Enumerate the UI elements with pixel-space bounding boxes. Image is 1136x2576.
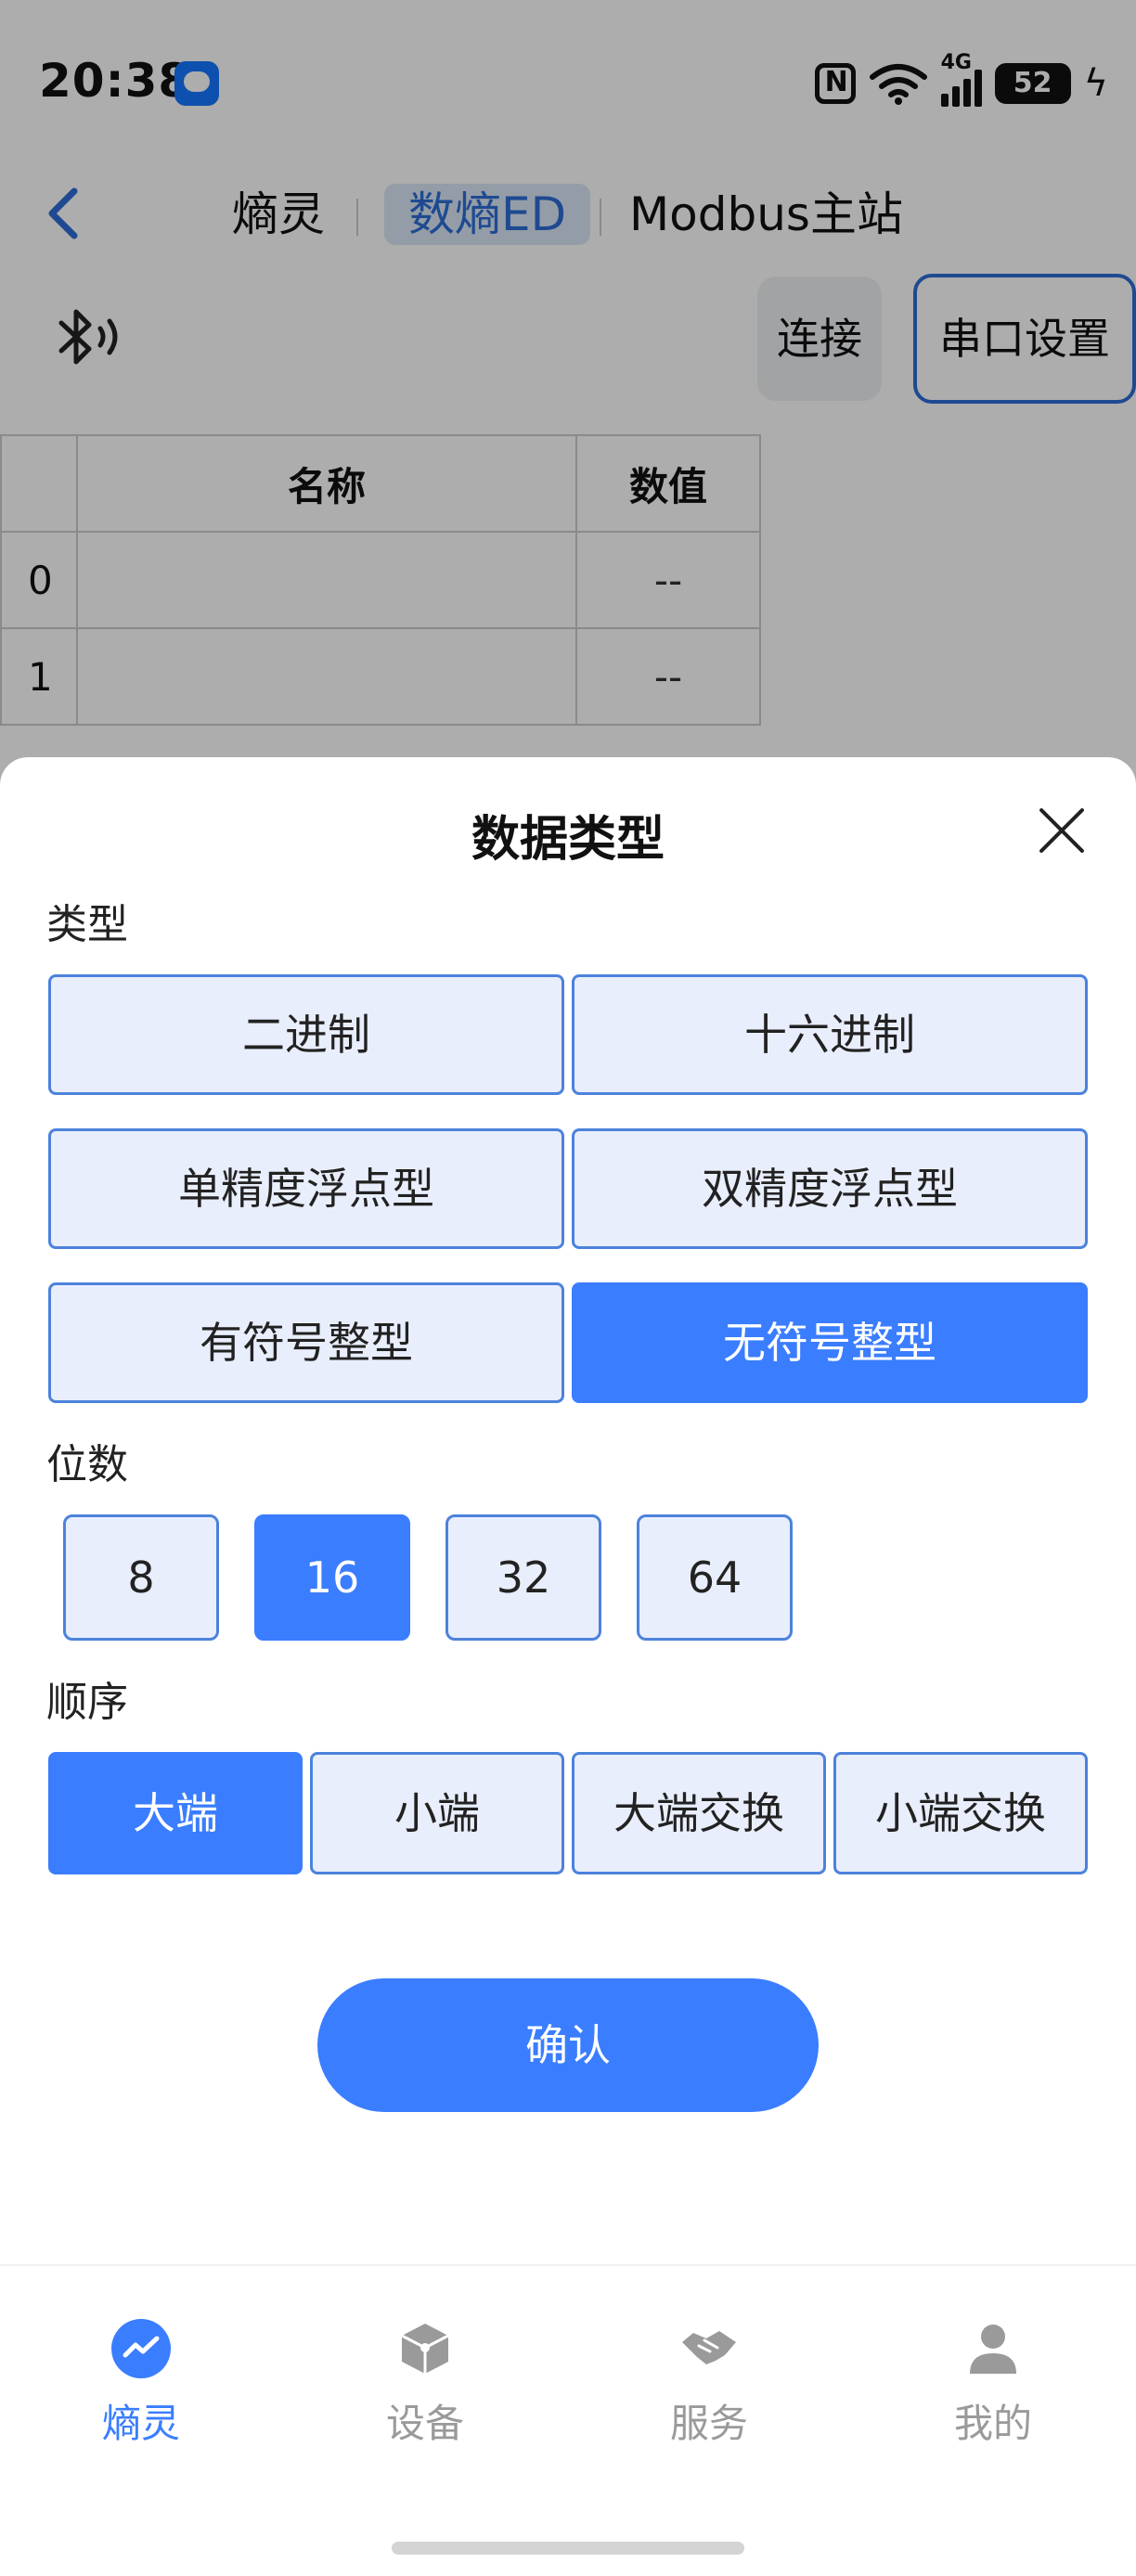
type-option-double[interactable]: 双精度浮点型 xyxy=(572,1128,1088,1249)
tab-label: 服务 xyxy=(669,2401,748,2446)
confirm-button[interactable]: 确认 xyxy=(317,1978,819,2112)
home-indicator[interactable] xyxy=(392,2542,744,2555)
tab-label: 设备 xyxy=(385,2401,464,2446)
order-option-little-endian[interactable]: 小端 xyxy=(310,1752,564,1874)
order-option-little-endian-swap[interactable]: 小端交换 xyxy=(833,1752,1088,1874)
tab-label: 熵灵 xyxy=(101,2401,180,2446)
close-icon[interactable] xyxy=(1038,805,1086,854)
tab-devices[interactable]: 设备 xyxy=(332,2318,518,2449)
person-icon xyxy=(970,2325,1016,2374)
cube-icon xyxy=(401,2324,449,2374)
bits-section-label: 位数 xyxy=(46,1441,128,1488)
type-option-float[interactable]: 单精度浮点型 xyxy=(48,1128,564,1249)
type-option-hex[interactable]: 十六进制 xyxy=(572,974,1088,1095)
tab-mine[interactable]: 我的 xyxy=(900,2318,1086,2449)
tab-shangling[interactable]: 熵灵 xyxy=(48,2318,234,2449)
type-option-signed-int[interactable]: 有符号整型 xyxy=(48,1282,564,1403)
type-option-binary[interactable]: 二进制 xyxy=(48,974,564,1095)
bits-option-32[interactable]: 32 xyxy=(445,1514,601,1641)
type-section-label: 类型 xyxy=(46,901,128,948)
bits-option-16[interactable]: 16 xyxy=(254,1514,410,1641)
bottom-tab-bar: 熵灵 设备 服务 我的 xyxy=(0,2264,1136,2576)
data-type-sheet: 数据类型 类型 二进制 十六进制 单精度浮点型 双精度浮点型 有符号整型 无符号… xyxy=(0,757,1136,2264)
tab-services[interactable]: 服务 xyxy=(616,2318,802,2449)
order-option-big-endian-swap[interactable]: 大端交换 xyxy=(572,1752,826,1874)
type-option-unsigned-int[interactable]: 无符号整型 xyxy=(572,1282,1088,1403)
trend-icon xyxy=(111,2319,171,2378)
bits-option-64[interactable]: 64 xyxy=(637,1514,793,1641)
handshake-icon xyxy=(682,2331,736,2364)
order-option-big-endian[interactable]: 大端 xyxy=(48,1752,303,1874)
order-section-label: 顺序 xyxy=(46,1679,128,1726)
sheet-title: 数据类型 xyxy=(471,812,665,868)
tab-label: 我的 xyxy=(953,2401,1032,2446)
bits-option-8[interactable]: 8 xyxy=(63,1514,219,1641)
